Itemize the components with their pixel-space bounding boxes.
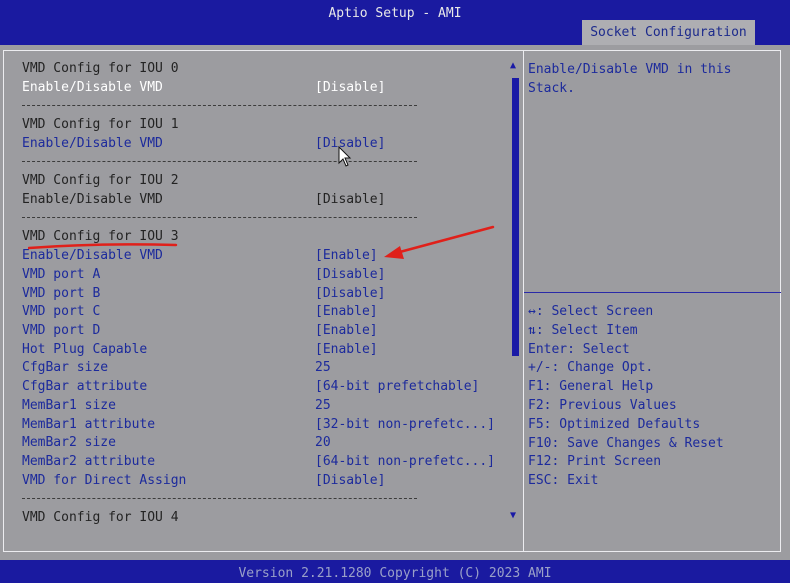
help-separator [524,292,781,293]
setting-value[interactable]: [Disable] [315,79,385,97]
tab-socket-configuration[interactable]: Socket Configuration [582,20,755,45]
setting-value[interactable]: [Enable] [315,322,378,340]
setting-label: MemBar2 attribute [22,454,156,469]
setting-label: VMD port A [22,267,101,282]
key-hint: ESC: Exit [528,473,599,489]
key-hint: F2: Previous Values [528,397,677,413]
setting-value: [Disable] [315,192,386,207]
setting-value[interactable]: [Disable] [315,472,385,490]
section-header-label: VMD Config for IOU 1 [22,117,179,132]
key-hint: ↔: Select Screen [528,304,654,319]
setting-label: CfgBar size [22,360,109,375]
setting-value[interactable]: [Disable] [315,285,385,303]
red-arrow-annotation-icon [384,225,495,259]
setting-label: MemBar1 attribute [22,417,156,432]
setting-value[interactable]: 20 [315,434,331,452]
version-text: Version 2.21.1280 Copyright (C) 2023 AMI [238,566,552,581]
setting-label: MemBar2 size [22,435,116,450]
separator-line [22,217,417,218]
setting-value[interactable]: 25 [315,359,331,377]
mouse-pointer-icon [338,146,352,167]
setting-label: CfgBar attribute [22,379,148,394]
setting-value[interactable]: [Enable] [315,341,378,359]
red-underline-annotation [28,243,178,250]
setting-label: VMD for Direct Assign [22,473,187,488]
setting-label: VMD port B [22,286,101,301]
section-header-label: VMD Config for IOU 2 [22,173,179,188]
key-hint: +/-: Change Opt. [528,360,654,376]
key-hint: F5: Optimized Defaults [528,416,701,432]
setting-label: Hot Plug Capable [22,342,148,357]
key-legend: ↔: Select Screen ⇅: Select Item Enter: S… [528,303,778,491]
setting-label: MemBar1 size [22,398,116,413]
app-title: Aptio Setup - AMI [328,6,462,21]
key-hint: F1: General Help [528,379,654,395]
setting-label: Enable/Disable VMD [22,192,163,207]
section-header-label: VMD Config for IOU 0 [22,61,179,76]
setting-value[interactable]: [Disable] [315,266,385,284]
scrollbar-thumb[interactable] [512,78,519,356]
setting-label: Enable/Disable VMD [22,80,163,95]
key-hint: F10: Save Changes & Reset [528,435,724,451]
key-hint: Enter: Select [528,341,630,357]
separator-line [22,105,417,106]
setting-value[interactable]: [Enable] [315,303,378,321]
scroll-up-arrow-icon[interactable]: ▲ [510,61,516,71]
setting-value[interactable]: [Enable] [315,247,378,265]
help-text: Enable/Disable VMD in this Stack. [528,62,740,96]
setting-value[interactable]: [64-bit non-prefetc...] [315,453,495,471]
setting-value[interactable]: 25 [315,397,331,415]
panel-divider [523,50,524,552]
setting-label: Enable/Disable VMD [22,136,163,151]
separator-line [22,161,417,162]
key-hint: ⇅: Select Item [528,322,638,338]
separator-line [22,498,417,499]
setting-value[interactable]: [64-bit prefetchable] [315,378,479,396]
setting-value[interactable]: [32-bit non-prefetc...] [315,416,495,434]
key-hint: F12: Print Screen [528,454,662,470]
section-header-label: VMD Config for IOU 4 [22,510,179,525]
setting-label: VMD port D [22,323,101,338]
scroll-down-arrow-icon[interactable]: ▼ [510,511,516,521]
setting-label: VMD port C [22,304,101,319]
